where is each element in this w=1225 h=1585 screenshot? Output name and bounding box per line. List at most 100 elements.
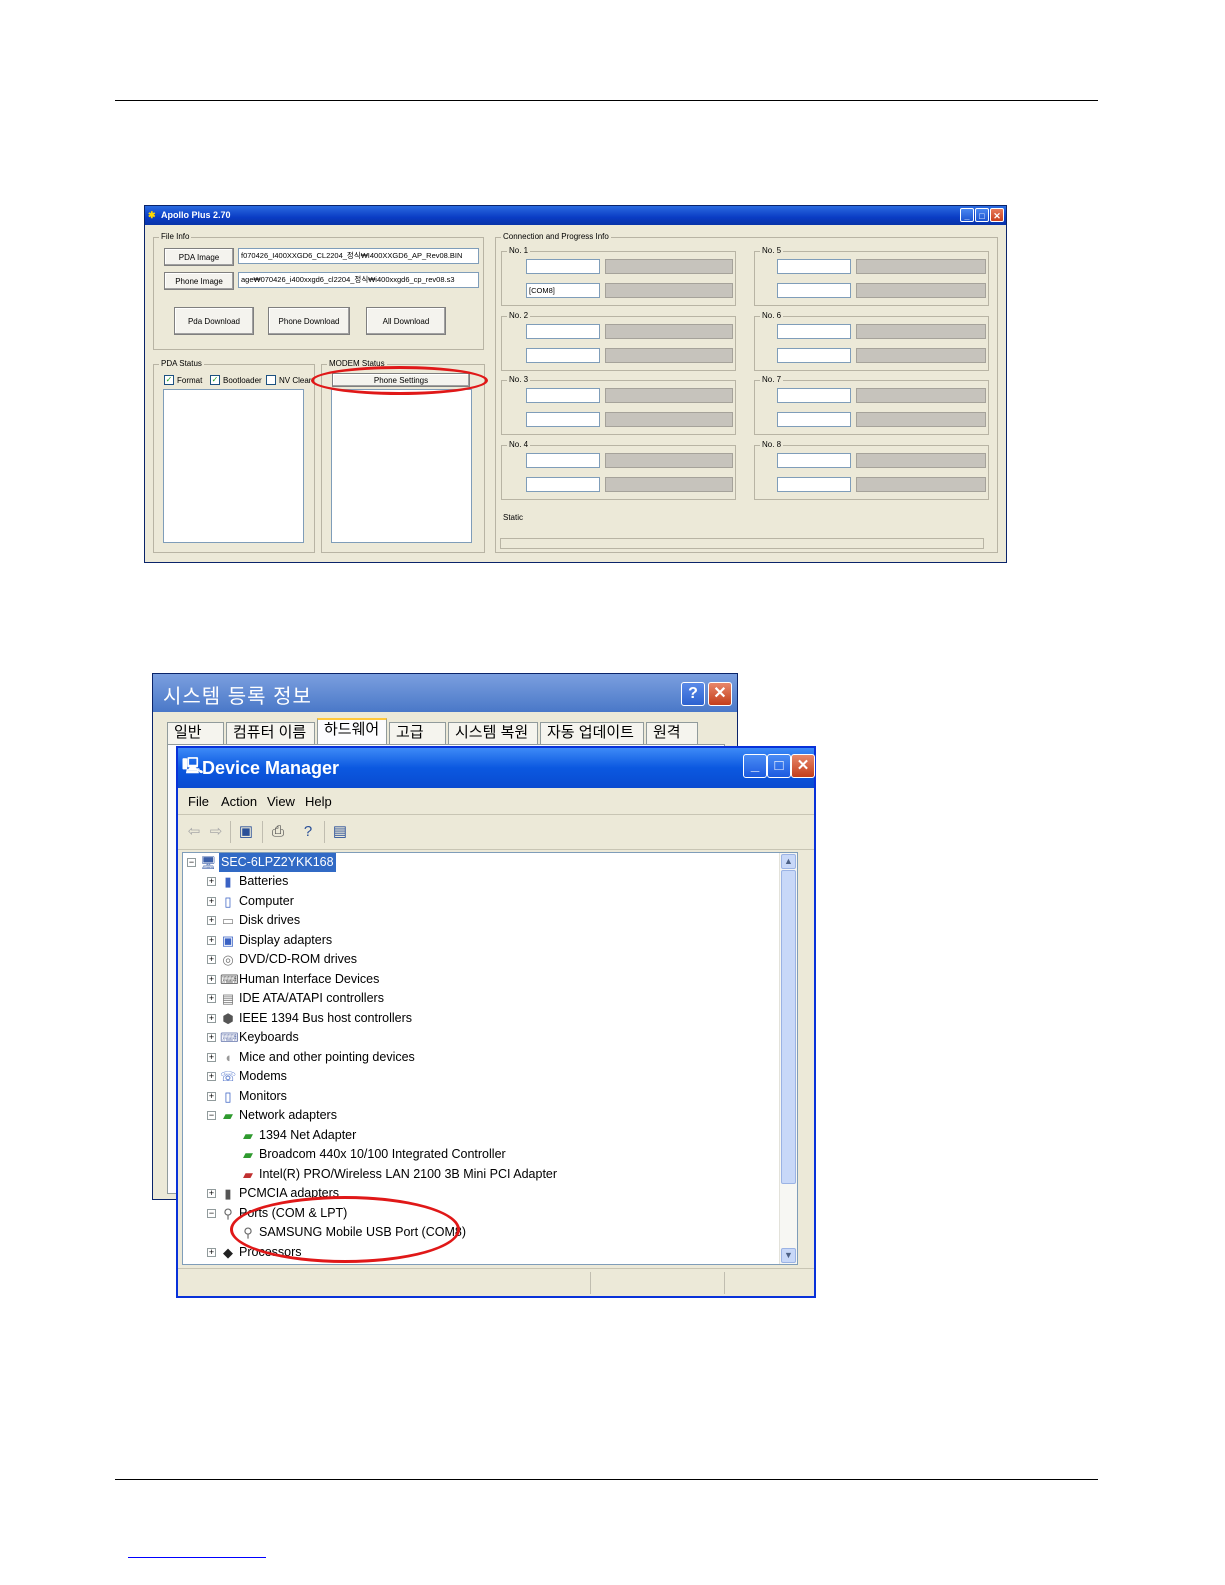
properties-icon[interactable]: ▣ xyxy=(236,822,256,842)
tree-root[interactable]: − 🖥 SEC-6LPZ2YKK168 xyxy=(187,853,336,872)
tab-computer-name[interactable]: 컴퓨터 이름 xyxy=(226,722,315,744)
collapse-icon[interactable]: − xyxy=(207,1209,216,1218)
expand-icon[interactable]: + xyxy=(207,1189,216,1198)
tree-leaf[interactable]: ▰ Broadcom 440x 10/100 Integrated Control… xyxy=(240,1145,506,1164)
scroll-thumb[interactable] xyxy=(781,870,796,1184)
expand-icon[interactable]: + xyxy=(207,936,216,945)
computer-icon: ▯ xyxy=(224,893,232,909)
slot-progress-bar xyxy=(605,259,733,274)
tree-item[interactable]: − ▰ Network adapters xyxy=(207,1106,337,1125)
tree-item[interactable]: + ◎ DVD/CD-ROM drives xyxy=(207,950,357,969)
expand-icon[interactable]: + xyxy=(207,897,216,906)
slot-port-field xyxy=(777,412,851,427)
expand-icon[interactable]: + xyxy=(207,916,216,925)
modem-status-log xyxy=(331,389,472,543)
format-checkbox[interactable]: ✓ Format xyxy=(164,375,202,385)
tab-automatic-updates[interactable]: 자동 업데이트 xyxy=(540,722,644,744)
tab-system-restore[interactable]: 시스템 복원 xyxy=(448,722,538,744)
menu-bar: File Action View Help xyxy=(178,788,814,815)
tree-item[interactable]: + ◖ Mice and other pointing devices xyxy=(207,1048,415,1067)
collapse-icon[interactable]: − xyxy=(207,1111,216,1120)
expand-icon[interactable]: + xyxy=(207,955,216,964)
expand-icon[interactable]: + xyxy=(207,994,216,1003)
bootloader-label: Bootloader xyxy=(223,375,262,385)
connection-progress-label: Connection and Progress Info xyxy=(501,232,611,241)
network-adapter-icon: ▰ xyxy=(243,1127,253,1143)
static-label: Static xyxy=(503,513,524,522)
collapse-icon[interactable]: − xyxy=(187,858,196,867)
expand-icon[interactable]: + xyxy=(207,1033,216,1042)
tab-advanced[interactable]: 고급 xyxy=(389,722,446,744)
expand-icon[interactable]: + xyxy=(207,975,216,984)
wireless-adapter-icon: ▰ xyxy=(243,1166,253,1182)
close-button[interactable]: ✕ xyxy=(990,208,1004,222)
tree-item[interactable]: + ⌨ Human Interface Devices xyxy=(207,970,379,989)
ieee1394-icon: ⬢ xyxy=(222,1010,234,1026)
tree-item[interactable]: + ▤ IDE ATA/ATAPI controllers xyxy=(207,989,384,1008)
pda-download-button[interactable]: Pda Download xyxy=(174,307,254,335)
tree-leaf[interactable]: ▰ Intel(R) PRO/Wireless LAN 2100 3B Mini … xyxy=(240,1165,557,1184)
minimize-button[interactable]: _ xyxy=(743,754,767,778)
slot-2: No. 2 xyxy=(501,311,736,371)
pda-image-button[interactable]: PDA Image xyxy=(164,248,234,266)
close-button[interactable]: ✕ xyxy=(791,754,815,778)
maximize-button[interactable]: □ xyxy=(975,208,989,222)
menu-action[interactable]: Action xyxy=(221,794,257,809)
expand-icon[interactable]: + xyxy=(207,1248,216,1257)
slot-port-field xyxy=(526,259,600,274)
tree-item[interactable]: + ▭ Disk drives xyxy=(207,911,300,930)
device-manager-icon: 🖳 xyxy=(182,758,204,775)
close-button[interactable]: ✕ xyxy=(708,682,732,706)
expand-icon[interactable]: + xyxy=(207,1072,216,1081)
phone-image-button[interactable]: Phone Image xyxy=(164,272,234,290)
slot-port-field: [COM8] xyxy=(526,283,600,298)
tree-leaf[interactable]: ▰ 1394 Net Adapter xyxy=(240,1126,356,1145)
slot-port-field xyxy=(777,283,851,298)
format-label: Format xyxy=(177,375,203,385)
toolbar: ⇦ ⇨ ▣ ⎙ ? ▤ xyxy=(178,815,814,850)
vertical-scrollbar[interactable]: ▲ ▼ xyxy=(779,853,797,1264)
menu-file[interactable]: File xyxy=(188,794,209,809)
tree-item[interactable]: + ⬢ IEEE 1394 Bus host controllers xyxy=(207,1009,412,1028)
all-download-button[interactable]: All Download xyxy=(366,307,446,335)
display-adapter-icon: ▣ xyxy=(221,932,235,948)
print-icon[interactable]: ⎙ xyxy=(268,822,288,842)
monitor-icon[interactable]: ▤ xyxy=(330,822,350,842)
phone-download-button[interactable]: Phone Download xyxy=(268,307,350,335)
minimize-button[interactable]: _ xyxy=(960,208,974,222)
tree-item[interactable]: + ☏ Modems xyxy=(207,1067,287,1086)
help-button[interactable]: ? xyxy=(681,682,705,706)
phone-image-path-field[interactable]: age₩070426_i400xxgd6_cl2204_정식₩i400xxgd6… xyxy=(238,272,479,288)
slot-label: No. 7 xyxy=(760,375,784,384)
bootloader-checkbox[interactable]: ✓ Bootloader xyxy=(210,375,262,385)
expand-icon[interactable]: + xyxy=(207,1053,216,1062)
maximize-button[interactable]: □ xyxy=(767,754,791,778)
tab-remote[interactable]: 원격 xyxy=(646,722,698,744)
back-icon[interactable]: ⇦ xyxy=(184,822,204,842)
help-icon[interactable]: ? xyxy=(298,822,318,842)
pda-image-path-field[interactable]: f070426_I400XXGD6_CL2204_정식₩I400XXGD6_AP… xyxy=(238,248,479,264)
tree-item[interactable]: + ▣ Display adapters xyxy=(207,931,332,950)
pda-status-label: PDA Status xyxy=(159,359,204,368)
monitor-icon: ▯ xyxy=(224,1088,232,1104)
tree-item[interactable]: + ⌨ Keyboards xyxy=(207,1028,299,1047)
battery-icon: ▮ xyxy=(224,873,232,889)
forward-icon[interactable]: ⇨ xyxy=(206,822,226,842)
checkmark-icon: ✓ xyxy=(164,375,174,385)
menu-help[interactable]: Help xyxy=(305,794,332,809)
scroll-up-icon[interactable]: ▲ xyxy=(781,854,796,869)
slot-port-field xyxy=(777,477,851,492)
tab-general[interactable]: 일반 xyxy=(167,722,224,744)
scroll-down-icon[interactable]: ▼ xyxy=(781,1248,796,1263)
expand-icon[interactable]: + xyxy=(207,1092,216,1101)
apollo-title: Apollo Plus 2.70 xyxy=(161,210,231,220)
expand-icon[interactable]: + xyxy=(207,877,216,886)
tree-item[interactable]: + ▯ Monitors xyxy=(207,1087,287,1106)
nv-clear-checkbox[interactable]: NV Clear xyxy=(266,375,311,385)
tab-hardware[interactable]: 하드웨어 xyxy=(317,718,387,744)
expand-icon[interactable]: + xyxy=(207,1014,216,1023)
tree-item[interactable]: + ▮ Batteries xyxy=(207,872,288,891)
menu-view[interactable]: View xyxy=(267,794,295,809)
tree-item[interactable]: + ▯ Computer xyxy=(207,892,294,911)
slot-port-field xyxy=(526,453,600,468)
